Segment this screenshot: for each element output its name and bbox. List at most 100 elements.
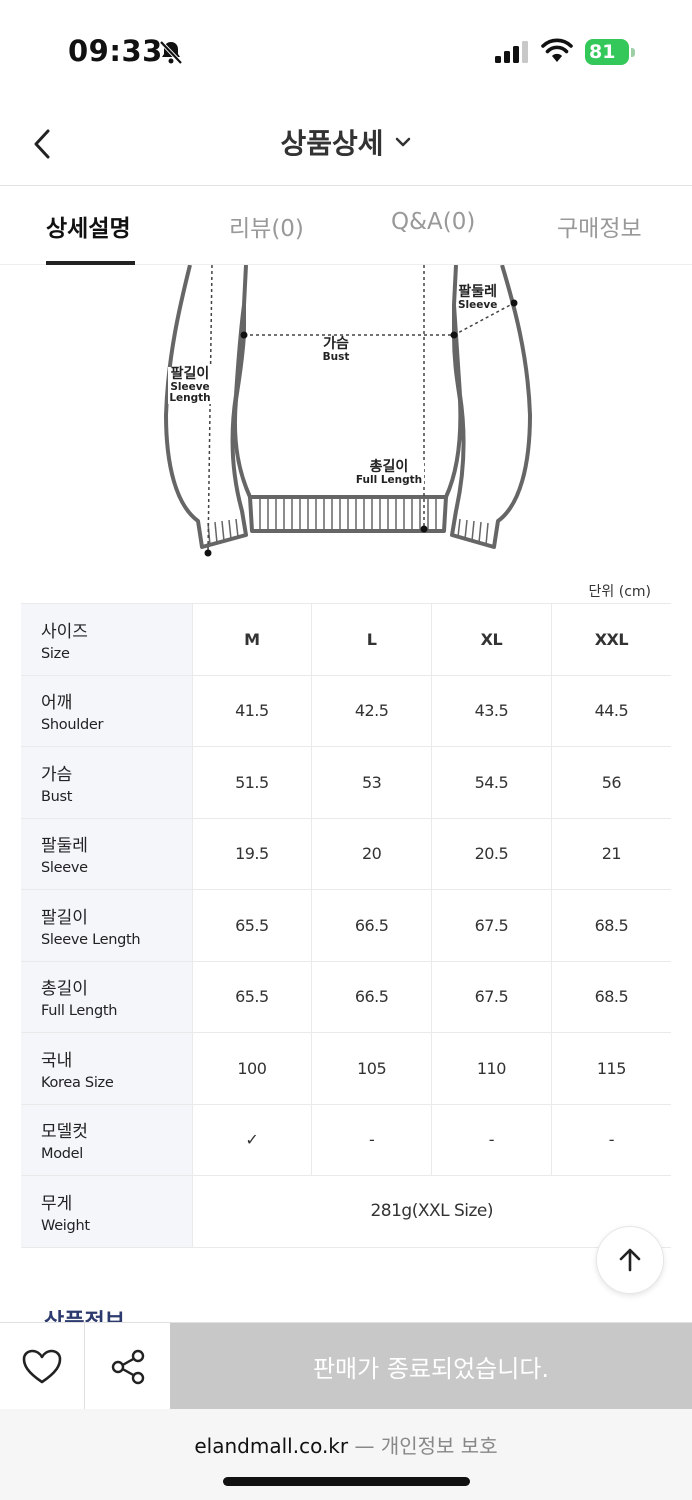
table-row-full-length: 총길이 Full Length 65.5 66.5 67.5 68.5 [21,961,671,1033]
row-head-en: Size [41,645,70,662]
table-row-bust: 가슴 Bust 51.5 53 54.5 56 [21,746,671,819]
table-cell: - [550,1104,671,1176]
row-head-en: Bust [41,788,73,805]
size-diagram: 팔둘레 Sleeve 가슴 Bust 팔길이 Sleeve Length 총길이… [0,265,692,570]
url-text[interactable]: elandmall.co.kr — 개인정보 보호 [0,1430,692,1459]
label-sleeve-ko: 팔둘레 [458,284,497,300]
status-time: 09:33 [68,34,163,68]
label-bust-ko: 가슴 [323,336,349,352]
row-head-en: Shoulder [41,717,104,734]
table-cell: M [191,603,312,676]
share-button[interactable] [85,1323,170,1410]
row-head: 사이즈 Size [21,603,192,676]
table-cell: 67.5 [431,961,552,1033]
row-head: 어깨 Shoulder [21,675,192,747]
row-head: 팔길이 Sleeve Length [21,889,192,962]
share-icon [111,1349,144,1384]
table-cell: 53 [311,746,432,819]
sold-out-button[interactable]: 판매가 종료되었습니다. [170,1323,692,1410]
url-domain: elandmall.co.kr [194,1434,349,1458]
row-head-ko: 팔둘레 [41,836,88,857]
table-row-sleeve: 팔둘레 Sleeve 19.5 20 20.5 21 [21,818,671,890]
table-cell: 66.5 [311,889,432,962]
row-head-ko: 총길이 [41,979,88,1000]
label-full-length: 총길이 Full Length [354,460,424,486]
label-sleeve-length-ko: 팔길이 [170,366,210,382]
arrow-up-icon [619,1248,641,1272]
scroll-top-button[interactable] [596,1226,664,1294]
status-bar: 09:33 81 [0,0,692,100]
row-head-en: Full Length [41,1003,118,1020]
sweater-illustration [164,265,532,557]
table-cell: 100 [191,1032,312,1105]
bottom-action-bar: 판매가 종료되었습니다. [0,1322,692,1410]
row-head: 모델컷 Model [21,1104,192,1176]
label-sleeve-length: 팔길이 Sleeve Length [168,367,212,404]
row-head-ko: 팔길이 [41,907,88,928]
table-cell: 44.5 [550,675,671,747]
heart-icon [22,1349,62,1383]
table-cell: 65.5 [191,961,312,1033]
row-head: 팔둘레 Sleeve [21,818,192,890]
table-cell: 19.5 [191,818,312,890]
table-row-model: 모델컷 Model ✓ - - - [21,1104,671,1176]
row-head-ko: 가슴 [41,764,73,785]
row-head: 무게 Weight [21,1175,192,1248]
chevron-down-icon [395,137,410,147]
row-head-en: Sleeve [41,860,88,877]
label-bust-en: Bust [322,350,350,363]
page-title: 상품상세 [280,127,384,160]
table-row-shoulder: 어깨 Shoulder 41.5 42.5 43.5 44.5 [21,675,671,747]
table-cell: 21 [550,818,671,890]
page-title-wrap: 상품상세 [280,122,411,162]
row-head-ko: 국내 [41,1050,73,1071]
table-cell: 68.5 [550,961,671,1033]
tab-purchase-info[interactable]: 구매정보 [557,209,642,243]
tab-detail[interactable]: 상세설명 [46,209,131,243]
table-row-size: 사이즈 Size M L XL XXL [21,603,671,676]
wish-button[interactable] [0,1323,85,1410]
table-cell: L [311,603,432,676]
wifi-icon [541,38,573,62]
battery-nub [631,48,635,57]
row-head-en: Sleeve Length [41,931,141,948]
unit-label: 단위 (cm) [588,584,651,600]
table-row-korea-size: 국내 Korea Size 100 105 110 115 [21,1032,671,1105]
table-cell: 20 [311,818,432,890]
tab-qna[interactable]: Q&A(0) [391,209,475,235]
table-row-sleeve-length: 팔길이 Sleeve Length 65.5 66.5 67.5 68.5 [21,889,671,962]
table-cell: 281g(XXL Size) [191,1175,671,1248]
table-cell: 42.5 [311,675,432,747]
url-separator: — [354,1434,375,1458]
label-sleeve: 팔둘레 Sleeve [458,285,497,311]
table-cell: 105 [311,1032,432,1105]
page-title-dropdown[interactable]: 상품상세 [0,122,692,162]
table-cell: - [311,1104,432,1176]
tab-review[interactable]: 리뷰(0) [229,209,304,243]
home-indicator[interactable] [223,1477,470,1486]
row-head-ko: 무게 [41,1193,73,1214]
label-sleeve-length-en2: Length [169,391,211,404]
battery-body: 81 [585,39,629,65]
nav-header: 상품상세 [0,100,692,186]
cellular-signal-icon [495,41,528,63]
table-cell: 41.5 [191,675,312,747]
url-privacy-label: 개인정보 보호 [380,1434,498,1458]
bell-off-icon [159,40,183,65]
row-head: 총길이 Full Length [21,961,192,1033]
row-head: 국내 Korea Size [21,1032,192,1105]
label-sleeve-en: Sleeve [458,298,498,311]
table-cell: 110 [431,1032,552,1105]
table-cell: 51.5 [191,746,312,819]
battery-level: 81 [589,41,616,63]
battery-indicator: 81 [585,39,635,65]
row-head-en: Weight [41,1217,90,1234]
row-head-ko: 어깨 [41,693,73,714]
label-full-length-en: Full Length [355,473,423,486]
table-cell: XL [431,603,552,676]
label-full-length-ko: 총길이 [369,459,409,475]
table-row-weight: 무게 Weight 281g(XXL Size) [21,1175,671,1248]
table-cell: 54.5 [431,746,552,819]
tab-bar: 상세설명 리뷰(0) Q&A(0) 구매정보 [0,187,692,265]
table-cell: 20.5 [431,818,552,890]
